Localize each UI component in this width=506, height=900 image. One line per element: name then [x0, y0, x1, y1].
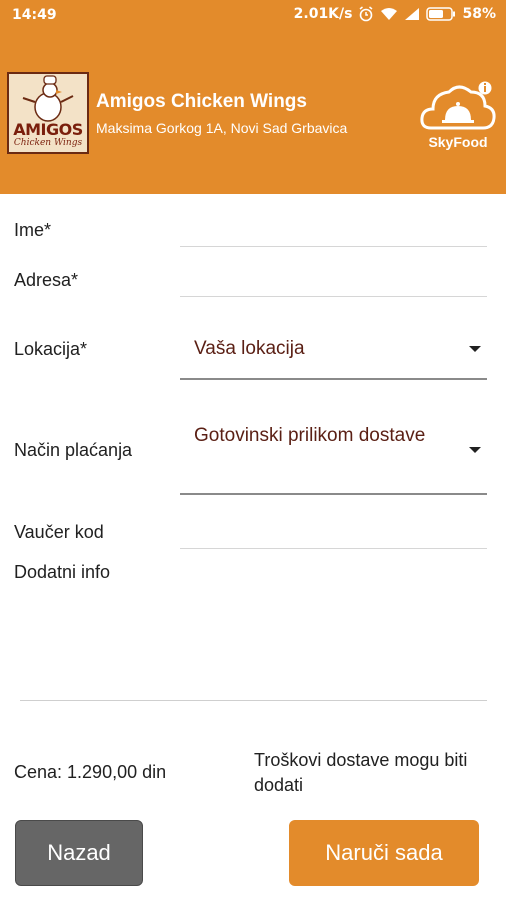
restaurant-address: Maksima Gorkog 1A, Novi Sad Grbavica — [96, 120, 348, 136]
voucher-label: Vaučer kod — [14, 522, 104, 542]
status-icons: 2.01K/s 58% — [294, 6, 496, 22]
restaurant-header: AMIGOS Chicken Wings Amigos Chicken Wing… — [0, 30, 506, 194]
payment-label: Način plaćanja — [14, 440, 133, 460]
network-speed: 2.01K/s — [293, 6, 353, 22]
chevron-down-icon — [469, 346, 481, 352]
voucher-input[interactable] — [180, 548, 487, 549]
name-label: Ime* — [14, 220, 52, 240]
status-bar: 14:49 2.01K/s 58% — [0, 0, 506, 30]
info-label: Dodatni info — [14, 562, 111, 582]
address-input[interactable] — [180, 296, 487, 297]
signal-icon — [405, 8, 420, 20]
price-total: Cena: 1.290,00 din — [14, 762, 167, 782]
payment-selected: Gotovinski prilikom dostave — [194, 425, 426, 446]
location-selected: Vaša lokacija — [194, 338, 305, 359]
chevron-down-icon — [469, 447, 481, 453]
skyfood-badge[interactable]: SkyFood — [419, 76, 497, 176]
back-button[interactable]: Nazad — [15, 820, 143, 886]
restaurant-logo: AMIGOS Chicken Wings — [7, 72, 89, 154]
logo-subtitle: Chicken Wings — [13, 138, 83, 148]
skyfood-cloud-icon — [420, 81, 496, 130]
location-select[interactable]: Vaša lokacija — [180, 333, 487, 381]
wifi-icon — [381, 8, 398, 20]
logo-title: AMIGOS — [13, 120, 83, 139]
battery-level: 58% — [462, 6, 496, 22]
alarm-icon — [360, 6, 373, 22]
status-time: 14:49 — [12, 7, 57, 23]
address-label: Adresa* — [14, 270, 79, 290]
payment-select[interactable]: Gotovinski prilikom dostave — [180, 423, 487, 496]
payment-underline — [180, 493, 487, 495]
battery-icon — [426, 7, 456, 21]
info-textarea[interactable] — [20, 590, 487, 700]
info-underline — [20, 700, 487, 701]
skyfood-label: SkyFood — [428, 134, 488, 150]
restaurant-name: Amigos Chicken Wings — [96, 91, 307, 112]
location-underline — [180, 378, 487, 380]
chicken-chef-icon — [22, 75, 74, 122]
name-input[interactable] — [180, 246, 487, 247]
order-now-button[interactable]: Naruči sada — [289, 820, 479, 886]
delivery-note: Troškovi dostave mogu biti dodati — [254, 750, 468, 795]
location-label: Lokacija* — [14, 339, 88, 359]
